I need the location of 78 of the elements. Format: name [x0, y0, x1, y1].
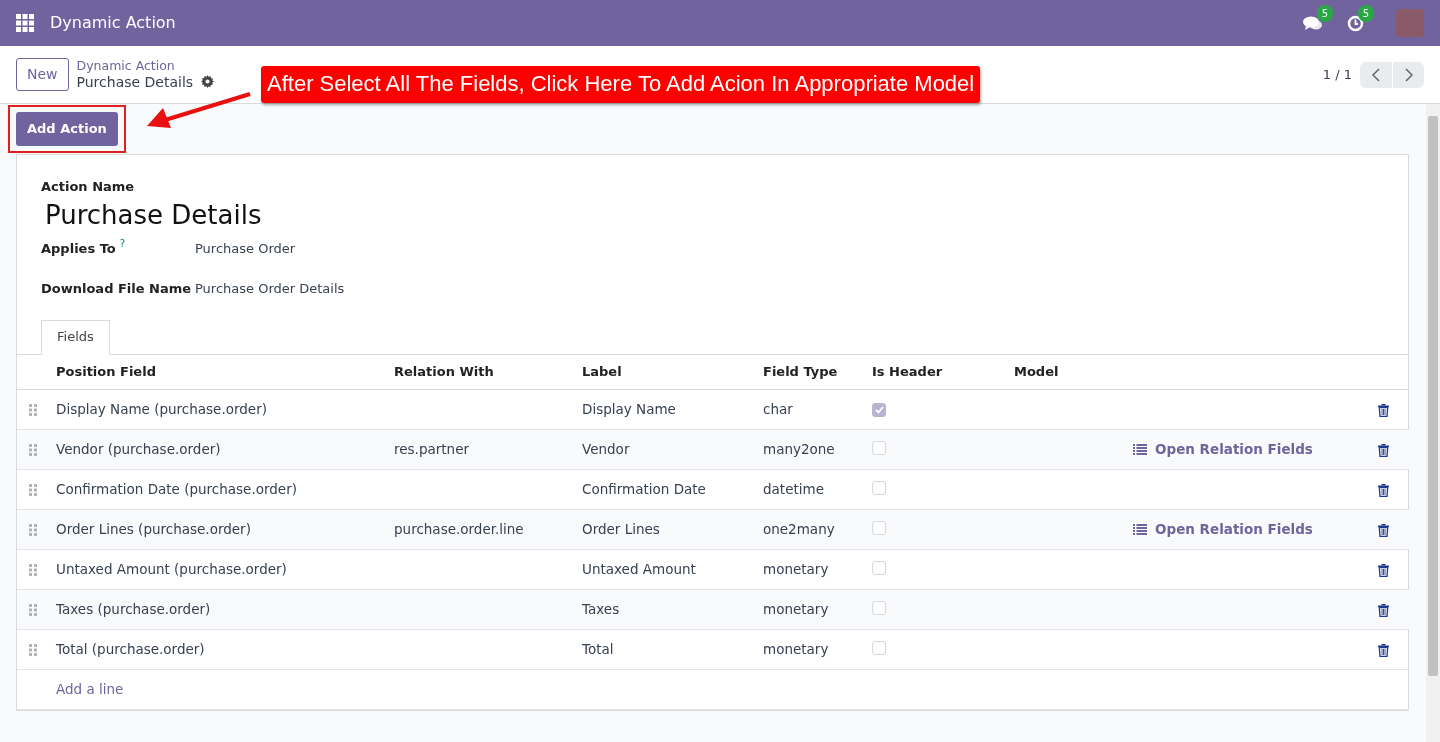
breadcrumb-link[interactable]: Dynamic Action	[76, 59, 215, 74]
table-cell: Untaxed Amount	[582, 561, 696, 578]
drag-handle-icon[interactable]	[29, 644, 37, 657]
column-header[interactable]: Is Header	[865, 354, 1007, 390]
tab[interactable]: Fields	[41, 320, 110, 356]
table-cell: Display Name (purchase.order)	[56, 401, 267, 418]
drag-handle-icon[interactable]	[29, 604, 37, 617]
field-label: Download File Name	[41, 279, 192, 298]
table-cell: char	[763, 401, 793, 418]
list-icon	[1133, 443, 1147, 455]
chat-icon[interactable]	[1303, 15, 1323, 32]
help-tooltip[interactable]: ?	[119, 239, 126, 259]
drag-handle-icon[interactable]	[29, 524, 37, 537]
table-cell: Order Lines (purchase.order)	[56, 521, 251, 538]
app-title[interactable]: Dynamic Action	[50, 11, 176, 35]
column-header[interactable]: Position Field	[49, 354, 387, 390]
trash-icon[interactable]	[1378, 483, 1389, 497]
annotation-callout: After Select All The Fields, Click Here To Add Acion In Appropriate Model	[261, 66, 981, 103]
field-value: Purchase Order	[195, 240, 296, 259]
trash-icon[interactable]	[1378, 603, 1389, 617]
add-line-link[interactable]: Add a line	[56, 681, 124, 698]
trash-icon[interactable]	[1378, 563, 1389, 577]
checkbox[interactable]	[872, 520, 886, 535]
table-cell: Confirmation Date	[582, 481, 706, 498]
table-cell: Confirmation Date (purchase.order)	[56, 481, 297, 498]
table-cell: datetime	[763, 481, 824, 498]
drag-handle-icon[interactable]	[29, 404, 37, 417]
drag-handle-icon[interactable]	[29, 484, 37, 497]
action-name-value: Purchase Details	[45, 200, 263, 232]
trash-icon[interactable]	[1378, 523, 1389, 537]
column-header[interactable]: Relation With	[387, 354, 575, 390]
column-header[interactable]: Model	[1007, 354, 1126, 390]
message-count-badge: 5	[1316, 5, 1333, 23]
table-cell: monetary	[763, 601, 829, 618]
table-cell: Taxes (purchase.order)	[56, 601, 211, 618]
column-header[interactable]: Label	[575, 354, 756, 390]
table-cell: Vendor	[582, 441, 630, 458]
table-cell: Untaxed Amount (purchase.order)	[56, 561, 287, 578]
next-button[interactable]	[1392, 61, 1424, 88]
table-cell: many2one	[763, 441, 835, 458]
trash-icon[interactable]	[1378, 403, 1389, 417]
table-cell: Order Lines	[582, 521, 660, 538]
record-title: Purchase Details	[76, 73, 194, 90]
previous-button[interactable]	[1360, 61, 1392, 88]
gear-icon[interactable]	[201, 75, 215, 89]
checkbox[interactable]	[872, 600, 886, 615]
checkbox[interactable]	[872, 440, 886, 455]
clock-icon[interactable]	[1347, 15, 1364, 33]
activity-count-badge: 5	[1357, 5, 1374, 23]
apps-menu-icon[interactable]	[16, 14, 34, 32]
list-icon	[1133, 523, 1147, 535]
field-label: Applies To	[41, 240, 116, 259]
table-cell: Total (purchase.order)	[56, 641, 205, 658]
table-cell: purchase.order.line	[394, 521, 524, 538]
checkbox[interactable]	[872, 640, 886, 655]
trash-icon[interactable]	[1378, 643, 1389, 657]
chevron-right-icon	[1404, 67, 1413, 82]
checkbox[interactable]	[872, 403, 886, 418]
pager-text: 1 / 1	[1322, 65, 1352, 84]
table-cell: Display Name	[582, 401, 676, 418]
new-button[interactable]: New	[16, 58, 69, 91]
table-cell: Total	[582, 641, 614, 658]
add-action-button[interactable]: Add Action	[16, 112, 118, 146]
table-cell: one2many	[763, 521, 835, 538]
checkbox[interactable]	[872, 560, 886, 575]
table-cell: Taxes	[582, 601, 620, 618]
drag-handle-icon[interactable]	[29, 564, 37, 577]
table-cell: Vendor (purchase.order)	[56, 441, 221, 458]
field-label: Action Name	[41, 177, 136, 196]
table-cell: monetary	[763, 641, 829, 658]
field-value: Purchase Order Details	[195, 279, 345, 298]
trash-icon[interactable]	[1378, 443, 1389, 457]
table-cell: monetary	[763, 561, 829, 578]
column-header[interactable]: Field Type	[756, 354, 865, 390]
table-cell: res.partner	[394, 441, 469, 458]
checkbox[interactable]	[872, 480, 886, 495]
chevron-left-icon	[1372, 67, 1380, 82]
drag-handle-icon[interactable]	[29, 444, 37, 457]
